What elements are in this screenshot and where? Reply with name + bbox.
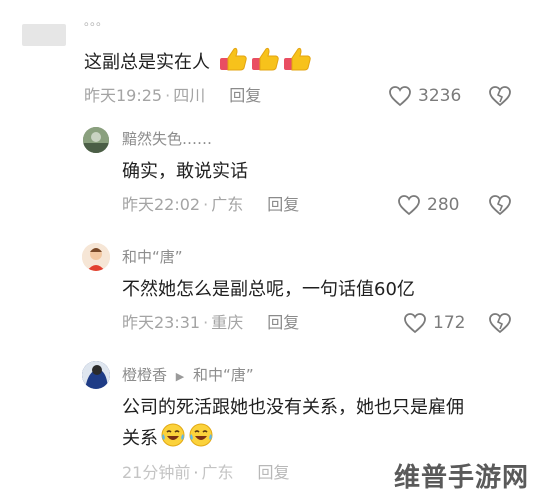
like-button[interactable]: 172 (403, 312, 465, 334)
comment-text-line-2: 关系 (122, 422, 464, 457)
separator-dot: · (203, 195, 209, 214)
comment-meta: 昨天22:02 · 广东 回复 (122, 195, 299, 215)
like-button[interactable]: 280 (397, 194, 459, 216)
avatar-blurred[interactable] (22, 24, 66, 46)
reply-to-username[interactable]: 和中“唐” (193, 366, 254, 384)
laughing-tears-icon (160, 422, 186, 457)
reply-arrow-icon: ▶ (175, 370, 185, 383)
comment-location: 广东 (201, 463, 234, 482)
comment-3: 和中“唐” 不然她怎么是副总呢，一句话值60亿 昨天23:31 · 重庆 回复 172 (0, 232, 537, 350)
comment-text: 这副总是实在人 (84, 46, 312, 81)
comment-text-body: 这副总是实在人 (84, 52, 210, 73)
comment-location: 广东 (211, 195, 244, 214)
avatar[interactable] (83, 127, 109, 153)
reply-button[interactable]: 回复 (267, 313, 299, 332)
like-button[interactable]: 3236 (388, 85, 461, 107)
comment-username[interactable]: 。。。 (84, 12, 108, 30)
comment-text: 不然她怎么是副总呢，一句话值60亿 (122, 279, 415, 300)
comment-text-line-tail: 关系 (122, 428, 158, 449)
comment-location: 四川 (173, 86, 206, 105)
comment-username-name: 橙橙香 (122, 366, 168, 384)
reply-button[interactable]: 回复 (257, 463, 289, 482)
reply-button[interactable]: 回复 (229, 86, 261, 105)
comment-text: 确实，敢说实话 (122, 161, 248, 182)
like-count: 280 (427, 195, 460, 215)
like-count: 172 (433, 313, 466, 333)
heart-icon (388, 85, 412, 107)
broken-heart-icon[interactable] (488, 194, 512, 216)
avatar[interactable] (82, 361, 110, 389)
broken-heart-icon[interactable] (488, 312, 512, 334)
comment-meta: 昨天19:25 · 四川 回复 (84, 86, 261, 106)
comment-username[interactable]: 黯然失色…… (122, 130, 212, 148)
heart-icon (397, 194, 421, 216)
comment-2: 黯然失色…… 确实，敢说实话 昨天22:02 · 广东 回复 280 (0, 120, 537, 230)
comment-username[interactable]: 和中“唐” (122, 248, 183, 266)
comment-time: 昨天23:31 (122, 313, 201, 332)
comment-time: 昨天19:25 (84, 86, 163, 105)
broken-heart-icon[interactable] (488, 85, 512, 107)
like-count: 3236 (418, 86, 462, 106)
watermark-text: 维普手游网 (393, 463, 529, 493)
reply-button[interactable]: 回复 (267, 195, 299, 214)
comment-meta: 昨天23:31 · 重庆 回复 (122, 313, 299, 333)
avatar[interactable] (82, 243, 110, 271)
comment-text: 公司的死活跟她也没有关系，她也只是雇佣 关系 (122, 394, 464, 457)
separator-dot: · (165, 86, 171, 105)
comment-1: 。。。 这副总是实在人 昨天19:25 · 四川 回复 3236 (0, 0, 537, 120)
laughing-tears-icon (188, 422, 214, 457)
separator-dot: · (193, 463, 199, 482)
heart-icon (403, 312, 427, 334)
thumbs-up-icon (282, 46, 312, 81)
comment-text-line: 公司的死活跟她也没有关系，她也只是雇佣 (122, 397, 464, 418)
comment-username[interactable]: 橙橙香 ▶ 和中“唐” (122, 366, 254, 386)
comment-time: 21分钟前 (122, 463, 191, 482)
comment-location: 重庆 (211, 313, 244, 332)
thumbs-up-icon (218, 46, 248, 81)
separator-dot: · (203, 313, 209, 332)
comment-time: 昨天22:02 (122, 195, 201, 214)
comment-meta: 21分钟前 · 广东 回复 (122, 463, 290, 483)
thumbs-up-icon (250, 46, 280, 81)
